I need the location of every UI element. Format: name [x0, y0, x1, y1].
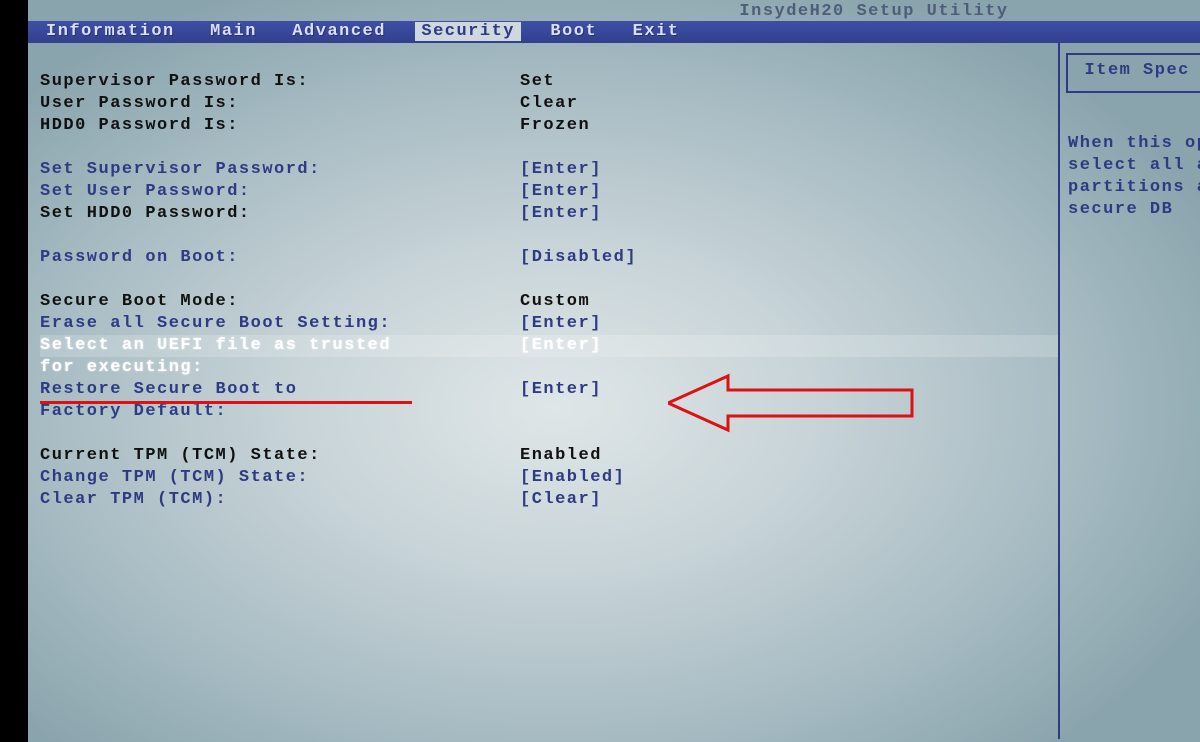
setting-row: Current TPM (TCM) State:Enabled [40, 445, 1058, 467]
menu-tab-main[interactable]: Main [204, 22, 263, 41]
setting-label: Select an UEFI file as trusted [40, 335, 520, 357]
spacer [40, 225, 1058, 247]
setting-label: Current TPM (TCM) State: [40, 445, 520, 467]
setting-value: Set [520, 71, 555, 93]
setting-row[interactable]: Select an UEFI file as trusted[Enter] [40, 335, 1058, 357]
setting-value[interactable]: [Enter] [520, 313, 602, 335]
setting-value: Clear [520, 93, 579, 115]
setting-label: User Password Is: [40, 93, 520, 115]
menu-tab-advanced[interactable]: Advanced [286, 22, 392, 41]
setting-row: User Password Is:Clear [40, 93, 1058, 115]
setting-label: HDD0 Password Is: [40, 115, 520, 137]
setting-label: Supervisor Password Is: [40, 71, 520, 93]
menu-tab-boot[interactable]: Boot [544, 22, 603, 41]
setting-row[interactable]: Set HDD0 Password:[Enter] [40, 203, 1058, 225]
setting-value: Enabled [520, 445, 602, 467]
setting-row[interactable]: Restore Secure Boot to[Enter] [40, 379, 1058, 401]
setting-value[interactable]: [Enter] [520, 181, 602, 203]
menu-bar[interactable]: Information Main Advanced Security Boot … [28, 21, 1200, 43]
setting-value: Frozen [520, 115, 590, 137]
setting-row[interactable]: Password on Boot:[Disabled] [40, 247, 1058, 269]
setting-row[interactable]: Clear TPM (TCM):[Clear] [40, 489, 1058, 511]
help-pane: Item Spec When this op select all a part… [1058, 43, 1200, 739]
setting-label: Restore Secure Boot to [40, 379, 520, 401]
help-header: Item Spec [1085, 61, 1190, 80]
spacer [40, 423, 1058, 445]
menu-tab-security[interactable]: Security [415, 22, 521, 41]
setting-row: HDD0 Password Is:Frozen [40, 115, 1058, 137]
setting-value: Custom [520, 291, 590, 313]
setting-value[interactable]: [Disabled] [520, 247, 637, 269]
setting-row: Factory Default: [40, 401, 1058, 423]
setting-value[interactable]: [Enter] [520, 203, 602, 225]
setting-label: Change TPM (TCM) State: [40, 467, 520, 489]
setting-label: Secure Boot Mode: [40, 291, 520, 313]
spacer [40, 137, 1058, 159]
setting-value[interactable]: [Enter] [520, 159, 602, 181]
setting-row[interactable]: Set Supervisor Password:[Enter] [40, 159, 1058, 181]
setting-label: Set HDD0 Password: [40, 203, 520, 225]
setting-row[interactable]: Erase all Secure Boot Setting:[Enter] [40, 313, 1058, 335]
setting-label: Factory Default: [40, 401, 520, 423]
title-bar: InsydeH20 Setup Utility [28, 0, 1200, 21]
setting-value[interactable]: [Enter] [520, 379, 602, 401]
help-header-box: Item Spec [1066, 53, 1200, 93]
setting-value[interactable]: [Enter] [520, 335, 602, 357]
setting-label: Password on Boot: [40, 247, 520, 269]
setting-value[interactable]: [Enabled] [520, 467, 625, 489]
setting-row: for executing: [40, 357, 1058, 379]
setting-label: Set Supervisor Password: [40, 159, 520, 181]
main-pane: Supervisor Password Is:SetUser Password … [28, 43, 1058, 739]
menu-tab-information[interactable]: Information [40, 22, 181, 41]
bios-screen: InsydeH20 Setup Utility Information Main… [28, 0, 1200, 742]
setting-label: for executing: [40, 357, 520, 379]
workspace: Supervisor Password Is:SetUser Password … [28, 43, 1200, 739]
setting-row[interactable]: Set User Password:[Enter] [40, 181, 1058, 203]
setting-row: Secure Boot Mode:Custom [40, 291, 1058, 313]
spacer [40, 269, 1058, 291]
setting-value[interactable]: [Clear] [520, 489, 602, 511]
menu-tab-exit[interactable]: Exit [627, 22, 686, 41]
settings-list: Supervisor Password Is:SetUser Password … [40, 71, 1058, 511]
utility-title: InsydeH20 Setup Utility [739, 2, 1008, 21]
setting-label: Clear TPM (TCM): [40, 489, 520, 511]
help-body: When this op select all a partitions a s… [1068, 133, 1200, 221]
setting-row: Supervisor Password Is:Set [40, 71, 1058, 93]
setting-row[interactable]: Change TPM (TCM) State:[Enabled] [40, 467, 1058, 489]
setting-label: Erase all Secure Boot Setting: [40, 313, 520, 335]
setting-label: Set User Password: [40, 181, 520, 203]
annotation-underline [40, 401, 412, 404]
